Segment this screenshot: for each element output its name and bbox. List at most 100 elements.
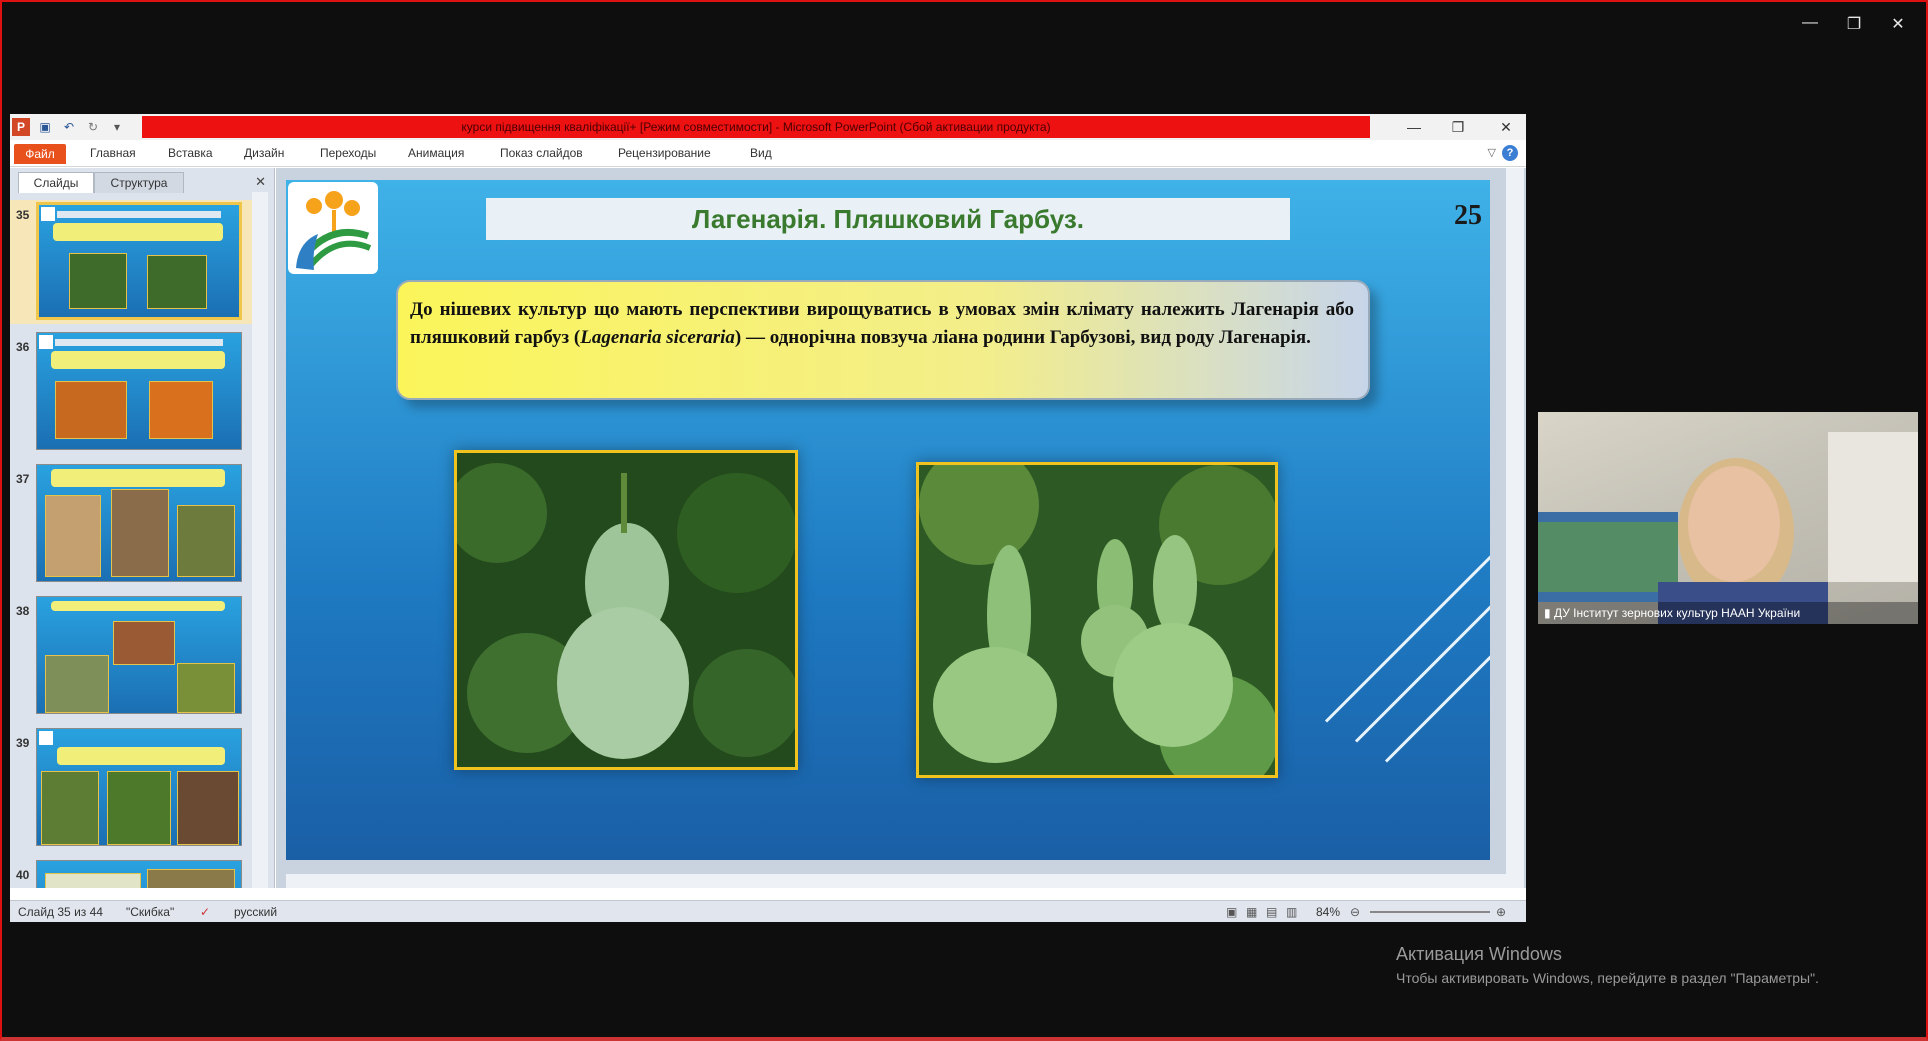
slide-title: Лагенарія. Пляшковий Гарбуз. [691,204,1085,234]
thumbnail-preview [36,332,242,450]
normal-view-icon[interactable]: ▣ [1226,905,1237,919]
signal-icon: ▮ [1544,606,1551,620]
thumbnail-preview [36,596,242,714]
slide-counter: Слайд 35 из 44 [18,905,103,919]
zoom-level[interactable]: 84% [1316,905,1340,919]
thumbnail-logo [39,731,53,745]
close-button[interactable]: ✕ [1486,116,1526,138]
camera-name-label: ▮ ДУ Інститут зернових культур НААН Укра… [1538,602,1918,624]
status-bar: Слайд 35 из 44 "Скибка" ✓ русский ▣ ▦ ▤ … [10,900,1526,922]
thumbnail-title [57,211,221,218]
vertical-scrollbar[interactable] [1506,168,1524,888]
bottle-gourd-image [457,453,795,767]
thumbnail-image [45,655,109,713]
thumbnail-text [51,601,225,611]
redo-icon[interactable]: ↻ [84,118,102,136]
slide-thumbnail[interactable]: 35 [10,200,260,324]
thumbnail-number: 38 [16,604,30,618]
camera-name: ДУ Інститут зернових культур НААН Україн… [1553,606,1801,620]
slide-logo [288,182,378,274]
tab-design[interactable]: Дизайн [244,146,284,160]
slides-panel: Слайды Структура ✕ 35 36 37 38 39 40 [10,168,275,888]
slide-thumbnail[interactable]: 38 [10,596,260,720]
windows-activation-title: Активация Windows [1396,944,1562,964]
thumbnail-image [177,505,235,577]
tab-insert[interactable]: Вставка [168,146,213,160]
ribbon-collapse-icon[interactable]: ▽ [1488,146,1496,159]
tab-slides[interactable]: Слайды [18,172,94,193]
thumbnail-logo [41,207,55,221]
panel-close-icon[interactable]: ✕ [255,174,266,190]
text-callout[interactable]: До нішевих культур що мають перспективи … [396,280,1370,400]
thumbnail-image [45,873,141,888]
horizontal-scrollbar[interactable] [286,874,1506,888]
thumbnail-number: 37 [16,472,30,486]
thumbnail-preview [36,728,242,846]
tab-view[interactable]: Вид [750,146,772,160]
outer-minimize-button[interactable]: — [1790,14,1830,32]
thumbnail-logo [39,335,53,349]
thumbnail-image [149,381,213,439]
slide-sorter-icon[interactable]: ▦ [1246,905,1257,919]
thumbnail-preview [36,860,242,888]
slide-number: 25 [1454,200,1482,231]
thumbnail-preview [36,202,242,320]
powerpoint-icon[interactable]: P [12,118,30,136]
restore-button[interactable]: ❐ [1438,116,1478,138]
zoom-in-icon[interactable]: ⊕ [1496,905,1506,919]
save-icon[interactable]: ▣ [36,118,54,136]
outer-restore-button[interactable]: ❐ [1834,14,1874,34]
tab-animation[interactable]: Анимация [408,146,464,160]
slideshow-icon[interactable]: ▥ [1286,905,1297,919]
thumbnail-text [51,469,225,487]
language-label[interactable]: русский [234,905,277,919]
reading-view-icon[interactable]: ▤ [1266,905,1277,919]
window-title: курси підвищення кваліфікації+ [Режим со… [142,116,1370,138]
tab-outline[interactable]: Структура [94,172,184,193]
tab-file[interactable]: Файл [14,144,66,164]
tab-slideshow[interactable]: Показ слайдов [500,146,583,160]
thumbnail-image [177,771,239,845]
minimize-button[interactable]: — [1394,116,1434,138]
ribbon-tabs: Файл Главная Вставка Дизайн Переходы Ани… [10,142,1526,167]
gourd-photo-left[interactable] [454,450,798,770]
thumbnail-number: 40 [16,868,30,882]
thumbnail-number: 36 [16,340,30,354]
slide-thumbnail[interactable]: 40 [10,860,260,888]
thumbnail-image [111,489,169,577]
thumbnail-image [45,495,101,577]
gourd-photo-right[interactable] [916,462,1278,778]
thumbnail-image [69,253,127,309]
theme-name[interactable]: "Скибка" [126,905,174,919]
slide-thumbnail[interactable]: 39 [10,728,260,852]
callout-text-part: ) — однорічна повзуча ліана родини Гарбу… [734,327,1311,348]
slide-thumbnail[interactable]: 36 [10,332,260,456]
thumbnail-title [55,339,223,346]
webcam-video[interactable]: ▮ ДУ Інститут зернових культур НААН Укра… [1538,412,1918,624]
zoom-slider[interactable] [1370,911,1490,913]
zoom-out-icon[interactable]: ⊖ [1350,905,1360,919]
help-icon[interactable]: ? [1502,145,1518,161]
thumbnail-text [57,747,225,765]
thumbnail-image [55,381,127,439]
thumbnail-image [41,771,99,845]
tab-home[interactable]: Главная [90,146,136,160]
callout-text: До нішевих культур що мають перспективи … [410,296,1354,352]
undo-icon[interactable]: ↶ [60,118,78,136]
windows-activation-message: Чтобы активировать Windows, перейдите в … [1396,970,1819,986]
thumbnail-image [177,663,235,713]
outer-close-button[interactable]: ✕ [1878,14,1918,34]
thumbnail-number: 39 [16,736,30,750]
tab-transitions[interactable]: Переходы [320,146,376,160]
current-slide[interactable]: Лагенарія. Пляшковий Гарбуз. 25 До нішев… [286,180,1490,860]
slide-title-box[interactable]: Лагенарія. Пляшковий Гарбуз. [486,198,1290,240]
customize-toolbar-icon[interactable]: ▾ [108,118,126,136]
thumbnail-text [51,351,225,369]
panel-scrollbar[interactable] [252,192,268,888]
decorative-line [1384,604,1490,763]
spellcheck-icon[interactable]: ✓ [200,905,210,919]
slide-thumbnail[interactable]: 37 [10,464,260,588]
decorative-line [1324,522,1490,723]
thumbnail-image [147,869,235,888]
tab-review[interactable]: Рецензирование [618,146,711,160]
